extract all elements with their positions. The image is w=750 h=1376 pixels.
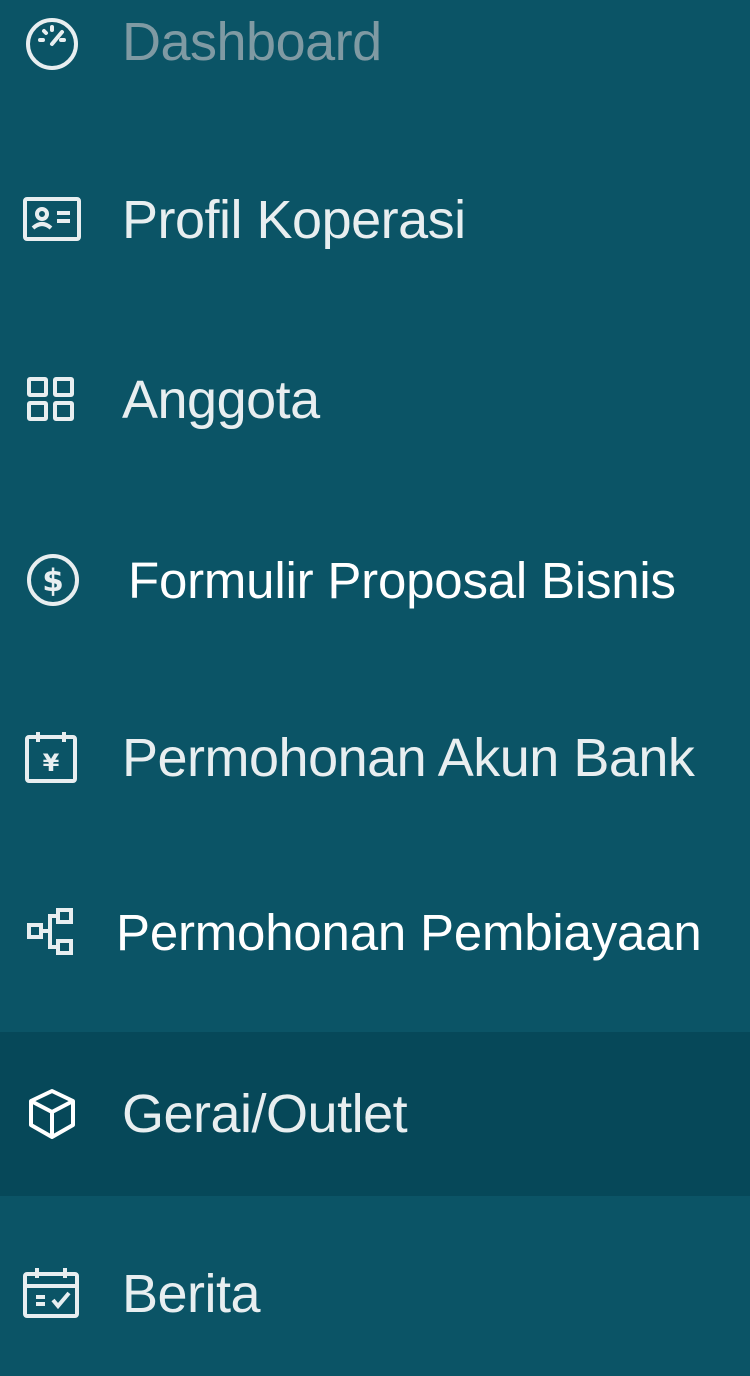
sidebar-item-profil-koperasi[interactable]: Profil Koperasi bbox=[0, 138, 750, 302]
yen-calendar-icon: ¥ bbox=[22, 728, 82, 788]
svg-text:$: $ bbox=[42, 563, 64, 599]
sidebar-item-dashboard[interactable]: Dashboard bbox=[0, 0, 750, 124]
sidebar-item-label: Permohonan Akun Bank bbox=[122, 728, 695, 788]
sidebar-nav: Dashboard Profil Koperasi Anggota $ Form… bbox=[0, 0, 750, 1323]
sidebar-item-permohonan-akun-bank[interactable]: ¥ Permohonan Akun Bank bbox=[0, 676, 750, 840]
id-card-icon bbox=[22, 190, 82, 250]
sidebar-item-label: Profil Koperasi bbox=[122, 190, 466, 250]
sidebar-item-label: Berita bbox=[122, 1264, 261, 1324]
sidebar-item-gerai-outlet[interactable]: Gerai/Outlet bbox=[0, 1032, 750, 1196]
grid-icon bbox=[22, 370, 82, 430]
cluster-icon bbox=[22, 902, 82, 962]
sidebar-item-label: Gerai/Outlet bbox=[122, 1084, 408, 1144]
sidebar-item-berita[interactable]: Berita bbox=[0, 1212, 750, 1376]
sidebar-item-label: Dashboard bbox=[122, 12, 382, 72]
sidebar-item-label: Permohonan Pembiayaan bbox=[116, 903, 702, 961]
sidebar-item-label: Formulir Proposal Bisnis bbox=[128, 551, 676, 609]
sidebar-item-anggota[interactable]: Anggota bbox=[0, 318, 750, 482]
box-icon bbox=[22, 1084, 82, 1144]
calendar-check-icon bbox=[22, 1264, 82, 1324]
dashboard-gauge-icon bbox=[22, 12, 82, 72]
sidebar-item-formulir-proposal-bisnis[interactable]: $ Formulir Proposal Bisnis bbox=[0, 498, 750, 662]
svg-text:¥: ¥ bbox=[43, 749, 60, 777]
dollar-circle-icon: $ bbox=[22, 550, 82, 610]
sidebar-item-permohonan-pembiayaan[interactable]: Permohonan Pembiayaan bbox=[0, 850, 750, 1014]
sidebar-item-label: Anggota bbox=[122, 370, 320, 430]
